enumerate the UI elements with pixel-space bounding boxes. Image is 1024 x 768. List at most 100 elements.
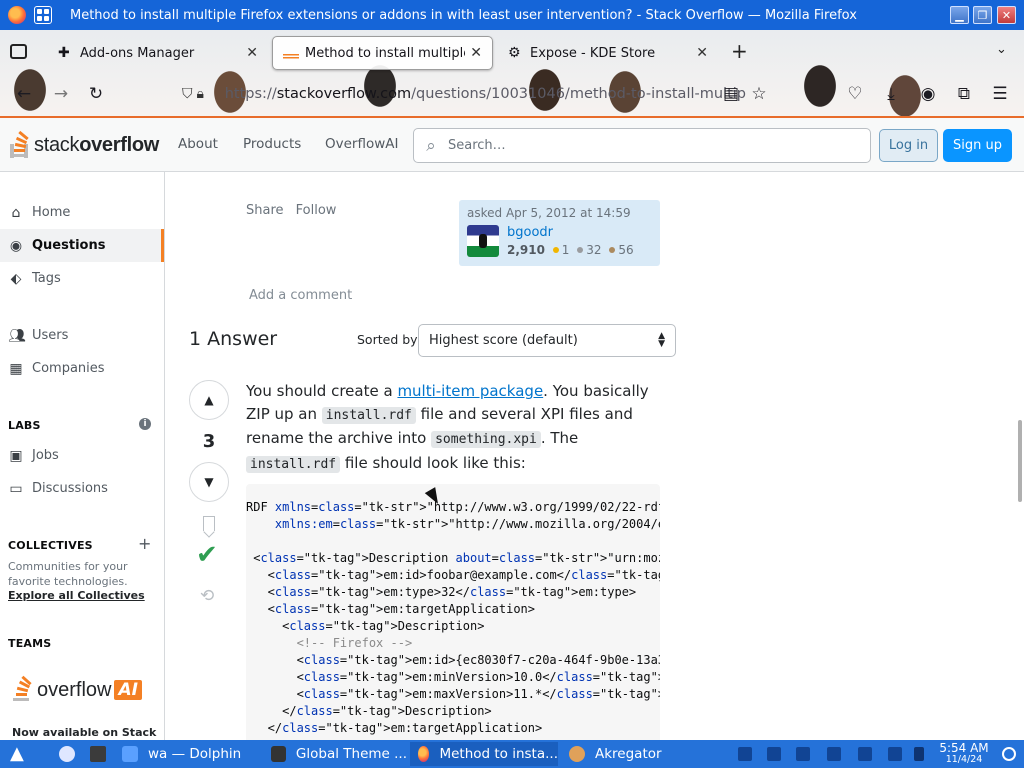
updates-icon[interactable] [858, 747, 872, 761]
terminal-icon[interactable] [90, 746, 106, 762]
teams-footer-text: Now available on Stack [12, 726, 157, 739]
account-icon[interactable]: ◉ [916, 82, 940, 106]
tab-label: Add-ons Manager [80, 45, 195, 61]
tab-stackoverflow[interactable]: Method to install multiple ✕ [272, 36, 493, 70]
minimize-button[interactable]: ▁ [950, 6, 969, 24]
explore-collectives-link[interactable]: Explore all Collectives [8, 589, 145, 602]
clock-time: 5:54 AM [939, 741, 989, 755]
stackoverflow-logo-icon [8, 130, 30, 159]
tab-close-icon[interactable]: ✕ [470, 45, 482, 61]
share-link[interactable]: Share [246, 203, 284, 218]
home-icon: ⌂ [11, 204, 21, 221]
chevron-down-icon[interactable]: ⌄ [996, 42, 1007, 57]
back-icon[interactable]: ← [12, 82, 36, 106]
new-tab-icon[interactable]: + [731, 39, 748, 63]
code-block: RDF xmlns=class="tk-str">"http://www.w3.… [246, 484, 660, 740]
bluetooth-icon[interactable] [796, 747, 810, 761]
page-scrollbar[interactable] [1018, 420, 1022, 502]
pager-icon[interactable] [59, 746, 75, 762]
reader-view-icon[interactable]: ▤ [719, 82, 743, 106]
expand-tray-icon[interactable] [914, 747, 924, 761]
sort-select[interactable]: Highest score (default) ▲ ▼ [418, 324, 676, 357]
code-line: </class="tk-tag">em:targetApplication> [246, 721, 543, 735]
volume-icon[interactable] [888, 747, 902, 761]
avatar[interactable] [467, 225, 499, 257]
code-line: <class="tk-tag">em:targetApplication> [246, 602, 535, 616]
shield-icon[interactable]: ⛉ [182, 86, 196, 102]
add-comment-link[interactable]: Add a comment [249, 288, 352, 303]
nav-overflowai[interactable]: OverflowAI [325, 136, 399, 152]
user-name-link[interactable]: bgoodr [507, 225, 553, 240]
close-button[interactable]: ✕ [997, 6, 1016, 24]
maximize-button[interactable]: ❐ [973, 6, 992, 24]
taskbar-app-global-theme[interactable]: Global Theme ... [263, 742, 407, 766]
forward-icon[interactable]: → [49, 82, 73, 106]
bookmark-icon[interactable] [203, 516, 215, 531]
tab-close-icon[interactable]: ✕ [696, 45, 708, 61]
tab-list-icon[interactable] [10, 44, 27, 59]
answer-text: You should create a [246, 382, 398, 400]
follow-link[interactable]: Follow [296, 203, 337, 218]
sidebar-item-companies[interactable]: ▦ Companies [0, 352, 164, 385]
tag-icon: ⬖ [10, 270, 22, 287]
extensions-icon[interactable]: ⧉ [952, 82, 976, 106]
sidebar-item-tags[interactable]: ⬖ Tags [0, 262, 164, 295]
info-icon[interactable]: i [139, 418, 151, 430]
multi-item-package-link[interactable]: multi-item package [397, 382, 543, 400]
window-menu-icon[interactable] [34, 6, 52, 24]
sidebar-item-discussions[interactable]: ▭ Discussions [0, 472, 164, 505]
downloads-icon[interactable]: ⤓ [879, 82, 903, 106]
network-icon[interactable] [827, 747, 841, 761]
upvote-button[interactable]: ▲ [189, 380, 229, 420]
code-line: RDF xmlns=class="tk-str">"http://www.w3.… [246, 500, 660, 514]
sidebar-item-label: Jobs [32, 448, 59, 463]
sidebar-item-label: Discussions [32, 481, 108, 496]
tab-kde-store[interactable]: ⚙ Expose - KDE Store ✕ [498, 36, 718, 70]
sidebar-item-home[interactable]: ⌂ Home [0, 196, 164, 229]
overflow-ai-logo[interactable]: overflow AI [10, 675, 142, 703]
lock-icon[interactable]: 🔒︎ [196, 86, 208, 102]
answer-text: . The [540, 429, 579, 447]
stackoverflow-logo[interactable]: stackoverflow [8, 128, 159, 162]
history-icon[interactable]: ⟲ [200, 586, 214, 606]
answer-text: file should look like this: [340, 453, 526, 472]
tab-addons-manager[interactable]: ✚ Add-ons Manager ✕ [48, 36, 268, 70]
tab-close-icon[interactable]: ✕ [246, 45, 258, 61]
pocket-icon[interactable]: ♡ [843, 82, 867, 106]
taskbar-app-dolphin[interactable]: wa — Dolphin [114, 742, 260, 766]
search-input[interactable]: ⌕ Search… [413, 128, 871, 163]
nav-products[interactable]: Products [243, 136, 301, 152]
vote-count: 3 [202, 431, 216, 452]
login-button[interactable]: Log in [879, 129, 938, 162]
url-bar[interactable]: ⛉ 🔒︎ https://stackoverflow.com/questions… [178, 79, 746, 109]
sorted-by-label: Sorted by: [357, 332, 421, 347]
sidebar-item-jobs[interactable]: ▣ Jobs [0, 439, 164, 472]
sidebar-item-questions[interactable]: ◉ Questions [0, 229, 164, 262]
discussions-icon: ▭ [9, 480, 23, 497]
taskbar-app-akregator[interactable]: Akregator [561, 742, 703, 766]
sidebar-item-users[interactable]: 👥︎ Users [0, 319, 164, 352]
code-line: <class="tk-tag">Description about=class=… [246, 551, 660, 565]
url-path: /questions/10031046/method-to-install-mu… [411, 86, 746, 102]
reload-icon[interactable]: ↻ [84, 82, 108, 106]
nav-about[interactable]: About [178, 136, 218, 152]
bookmark-star-icon[interactable]: ☆ [747, 82, 771, 106]
user-reputation: 2,910 1 32 56 [507, 243, 634, 257]
downvote-button[interactable]: ▼ [189, 462, 229, 502]
power-icon[interactable] [1002, 747, 1016, 761]
signup-button[interactable]: Sign up [943, 129, 1012, 162]
app-launcher-icon[interactable]: ▲ [10, 743, 24, 764]
globe-icon: ◉ [9, 237, 23, 254]
clock[interactable]: 5:54 AM 11/4/24 [936, 742, 992, 766]
hamburger-menu-icon[interactable]: ☰ [988, 82, 1012, 106]
sidebar-item-label: Questions [32, 238, 106, 253]
code-line: <!-- Firefox --> [246, 636, 413, 650]
window-title: Method to install multiple Firefox exten… [70, 7, 857, 23]
clipboard-icon[interactable] [738, 747, 752, 761]
window-titlebar: Method to install multiple Firefox exten… [0, 0, 1024, 30]
plus-icon[interactable]: + [138, 534, 151, 553]
taskbar-app-firefox[interactable]: Method to insta... [410, 742, 558, 766]
bronze-badge-icon [609, 247, 616, 253]
mute-icon[interactable] [767, 747, 781, 761]
labs-heading: LABS [8, 419, 41, 432]
